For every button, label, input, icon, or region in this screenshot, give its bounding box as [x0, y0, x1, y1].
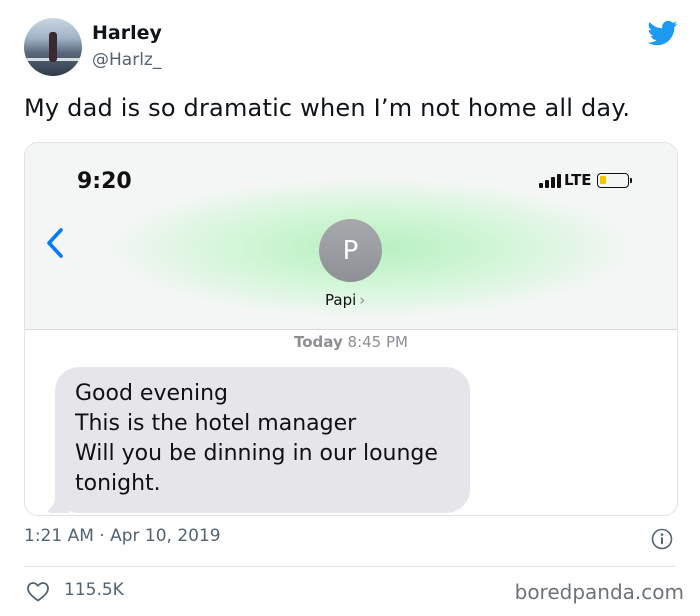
message-line: Good evening — [75, 381, 228, 406]
signal-icon — [539, 174, 561, 188]
message-line: This is the hotel manager — [75, 411, 357, 436]
heart-icon[interactable] — [26, 580, 50, 602]
imessage-header: 9:20 LTE P Papi › — [25, 143, 677, 330]
author-avatar[interactable] — [24, 18, 82, 76]
message-line: Will you be dinning in our lounge — [75, 441, 438, 466]
author-name[interactable]: Harley — [92, 22, 162, 44]
status-bar-time: 9:20 — [77, 169, 132, 194]
tweet-timestamp[interactable]: 1:21 AM · Apr 10, 2019 — [24, 526, 221, 546]
message-timestamp: Today 8:45 PM — [25, 333, 677, 351]
divider — [24, 566, 676, 567]
message-line: tonight. — [75, 471, 161, 496]
contact-chevron-icon: › — [359, 291, 366, 309]
battery-icon — [596, 173, 629, 188]
back-chevron-icon — [47, 228, 63, 258]
avatar-scene-figure — [49, 32, 57, 62]
contact-avatar: P — [319, 219, 382, 282]
contact-name: Papi › — [325, 291, 365, 309]
like-count[interactable]: 115.5K — [64, 580, 124, 600]
tweet-text: My dad is so dramatic when I’m not home … — [24, 94, 631, 122]
author-handle[interactable]: @Harlz_ — [92, 50, 161, 70]
watermark: boredpanda.com — [514, 580, 684, 604]
twitter-bird-icon[interactable] — [648, 18, 678, 48]
info-icon[interactable] — [651, 528, 673, 550]
battery-nub — [629, 178, 632, 183]
message-clock: 8:45 PM — [347, 333, 408, 351]
message-bubble: Good evening This is the hotel manager W… — [55, 367, 470, 513]
attached-screenshot[interactable]: 9:20 LTE P Papi › Today 8:45 PM Good even… — [24, 142, 678, 516]
status-bar-indicators: LTE — [539, 173, 632, 188]
message-day: Today — [294, 333, 343, 351]
network-label: LTE — [564, 171, 592, 189]
contact-name-text: Papi — [325, 291, 357, 309]
